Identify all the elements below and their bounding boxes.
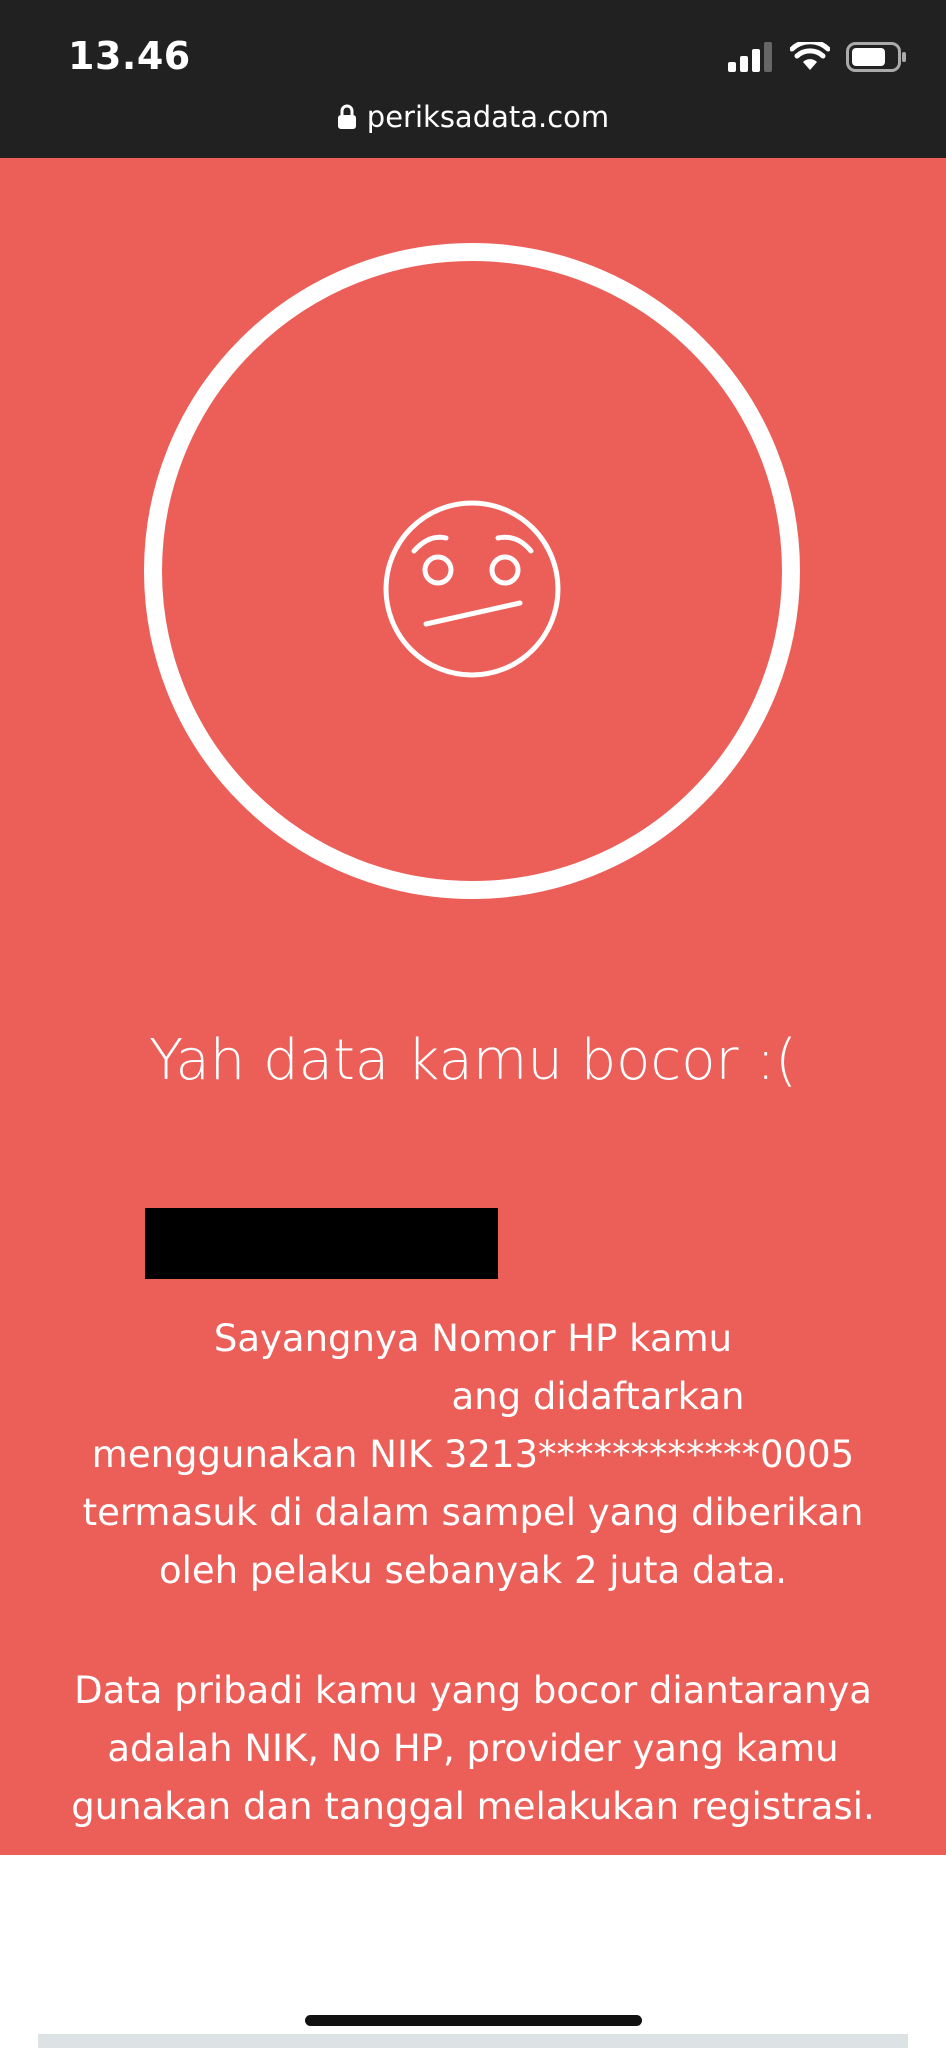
- result-title: Yah data kamu bocor :(: [148, 1028, 798, 1093]
- address-bar[interactable]: periksadata.com: [0, 100, 946, 134]
- bottom-strip: [38, 2034, 908, 2048]
- leaked-line-1: Data pribadi kamu yang bocor diantaranya: [74, 1669, 872, 1712]
- wifi-icon: [790, 42, 830, 70]
- leak-line-1: Sayangnya Nomor HP kamu: [213, 1317, 733, 1360]
- leak-description: Sayangnya Nomor HP kamu ang didaftarkan …: [30, 1310, 916, 1600]
- result-panel: Yah data kamu bocor :( Sayangnya Nomor H…: [0, 158, 946, 1855]
- lock-icon: [337, 104, 356, 129]
- status-icons: [728, 42, 908, 72]
- leaked-line-3: gunakan dan tanggal melakukan registrasi…: [71, 1785, 875, 1828]
- leaked-data-description: Data pribadi kamu yang bocor diantaranya…: [30, 1662, 916, 1836]
- signal-icon: [728, 42, 772, 72]
- status-time: 13.46: [68, 34, 191, 78]
- leaked-line-2: adalah NIK, No HP, provider yang kamu: [107, 1727, 839, 1770]
- leak-line-3: menggunakan NIK 3213************0005: [91, 1433, 855, 1476]
- leak-line-5: oleh pelaku sebanyak 2 juta data.: [158, 1549, 788, 1592]
- url-text: periksadata.com: [366, 100, 610, 134]
- leak-line-4: termasuk di dalam sampel yang diberikan: [82, 1491, 864, 1534]
- leak-line-2: ang didaftarkan: [451, 1375, 745, 1418]
- status-bar: 13.46 periksadata.com: [0, 0, 946, 158]
- redaction-bar: [145, 1208, 498, 1279]
- worried-face-icon: [383, 500, 561, 678]
- battery-icon: [846, 42, 906, 72]
- home-indicator[interactable]: [305, 2015, 642, 2026]
